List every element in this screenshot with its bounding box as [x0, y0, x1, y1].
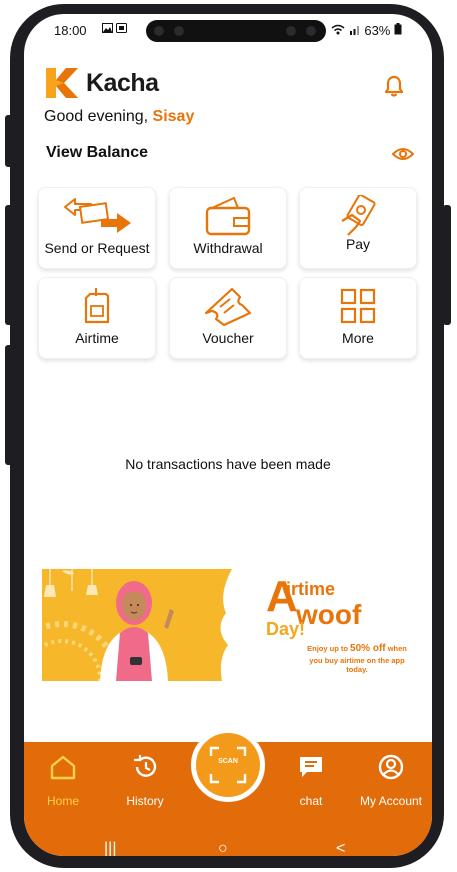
phone-side-button [5, 115, 13, 167]
scan-icon [209, 746, 247, 784]
promo-banner[interactable]: A irtime woof Day! Enjoy up to 50% off w… [42, 569, 410, 681]
wallet-icon [205, 196, 251, 236]
chat-icon [300, 757, 322, 777]
promo-text-block: A irtime woof Day! Enjoy up to 50% off w… [246, 569, 410, 681]
nav-home-label: Home [46, 794, 79, 808]
system-back-button[interactable]: < [336, 840, 345, 856]
promo-subtitle-prefix: Enjoy up to [307, 644, 348, 653]
app-screen: 18:00 63% Kacha Good evening, Sisay View… [24, 14, 432, 856]
airtime-label: Airtime [75, 330, 119, 346]
account-icon [378, 754, 404, 780]
promo-discount: 50% off [350, 643, 386, 654]
grid-icon [340, 288, 376, 324]
send-request-icon [64, 198, 131, 233]
phone-side-button [5, 345, 13, 465]
pay-icon [341, 195, 376, 236]
wifi-icon [331, 24, 345, 35]
image-icon [102, 23, 113, 33]
notification-icon [116, 23, 128, 33]
status-time: 18:00 [54, 23, 87, 38]
balance-row[interactable]: View Balance [46, 144, 416, 168]
send-request-label: Send or Request [44, 240, 150, 256]
system-home-button[interactable]: ○ [218, 840, 228, 856]
nav-chat-label: chat [299, 794, 323, 808]
more-label: More [342, 330, 374, 346]
battery-icon [394, 23, 402, 35]
recent-apps-button[interactable]: ||| [104, 840, 116, 856]
nav-my-account[interactable]: My Account [356, 752, 426, 808]
camera-notch [146, 20, 326, 42]
send-request-button[interactable]: Send or Request [38, 187, 156, 269]
view-balance-label[interactable]: View Balance [46, 144, 148, 161]
status-bar: 18:00 63% [24, 14, 432, 48]
nav-history[interactable]: History [110, 752, 180, 808]
battery-percent: 63% [364, 23, 391, 38]
nav-home[interactable]: Home [28, 752, 98, 808]
user-name: Sisay [152, 108, 195, 125]
brand-name: Kacha [86, 69, 159, 97]
pay-label: Pay [345, 236, 371, 252]
pay-button[interactable]: Pay [299, 187, 417, 269]
greeting-prefix: Good evening, [44, 108, 149, 125]
eye-icon[interactable] [392, 146, 414, 162]
promo-title-woof: woof [296, 599, 362, 630]
scan-label: SCAN [218, 758, 238, 765]
nav-history-label: History [126, 794, 164, 808]
nav-my-account-label: My Account [359, 794, 423, 808]
signal-icon [349, 26, 359, 35]
phone-side-button [5, 205, 13, 325]
status-right: 63% [331, 23, 402, 38]
withdrawal-label: Withdrawal [193, 240, 263, 256]
greeting: Good evening, Sisay [44, 108, 194, 126]
app-header: Kacha [44, 64, 414, 104]
voucher-icon [204, 287, 252, 327]
kacha-logo-icon [46, 68, 78, 98]
sim-card-icon [84, 288, 110, 324]
promo-title-airtime: irtime [286, 579, 336, 599]
scan-button[interactable]: SCAN [191, 728, 265, 802]
withdrawal-button[interactable]: Withdrawal [169, 187, 287, 269]
voucher-label: Voucher [202, 330, 254, 346]
more-button[interactable]: More [299, 277, 417, 359]
promo-illustration [42, 569, 246, 681]
promo-title-day: Day! [266, 619, 306, 639]
no-transactions-text: No transactions have been made [125, 456, 331, 472]
status-notification-icons [102, 23, 128, 36]
voucher-button[interactable]: Voucher [169, 277, 287, 359]
history-icon [134, 755, 157, 777]
home-icon [50, 755, 76, 780]
system-navigation-bar: ||| ○ < [24, 830, 432, 856]
nav-chat[interactable]: chat [276, 752, 346, 808]
promo-image [42, 569, 246, 681]
airtime-button[interactable]: Airtime [38, 277, 156, 359]
promo-subtitle: Enjoy up to 50% off when you buy airtime… [302, 643, 412, 674]
bell-icon[interactable] [382, 74, 406, 98]
phone-side-button [443, 205, 451, 325]
